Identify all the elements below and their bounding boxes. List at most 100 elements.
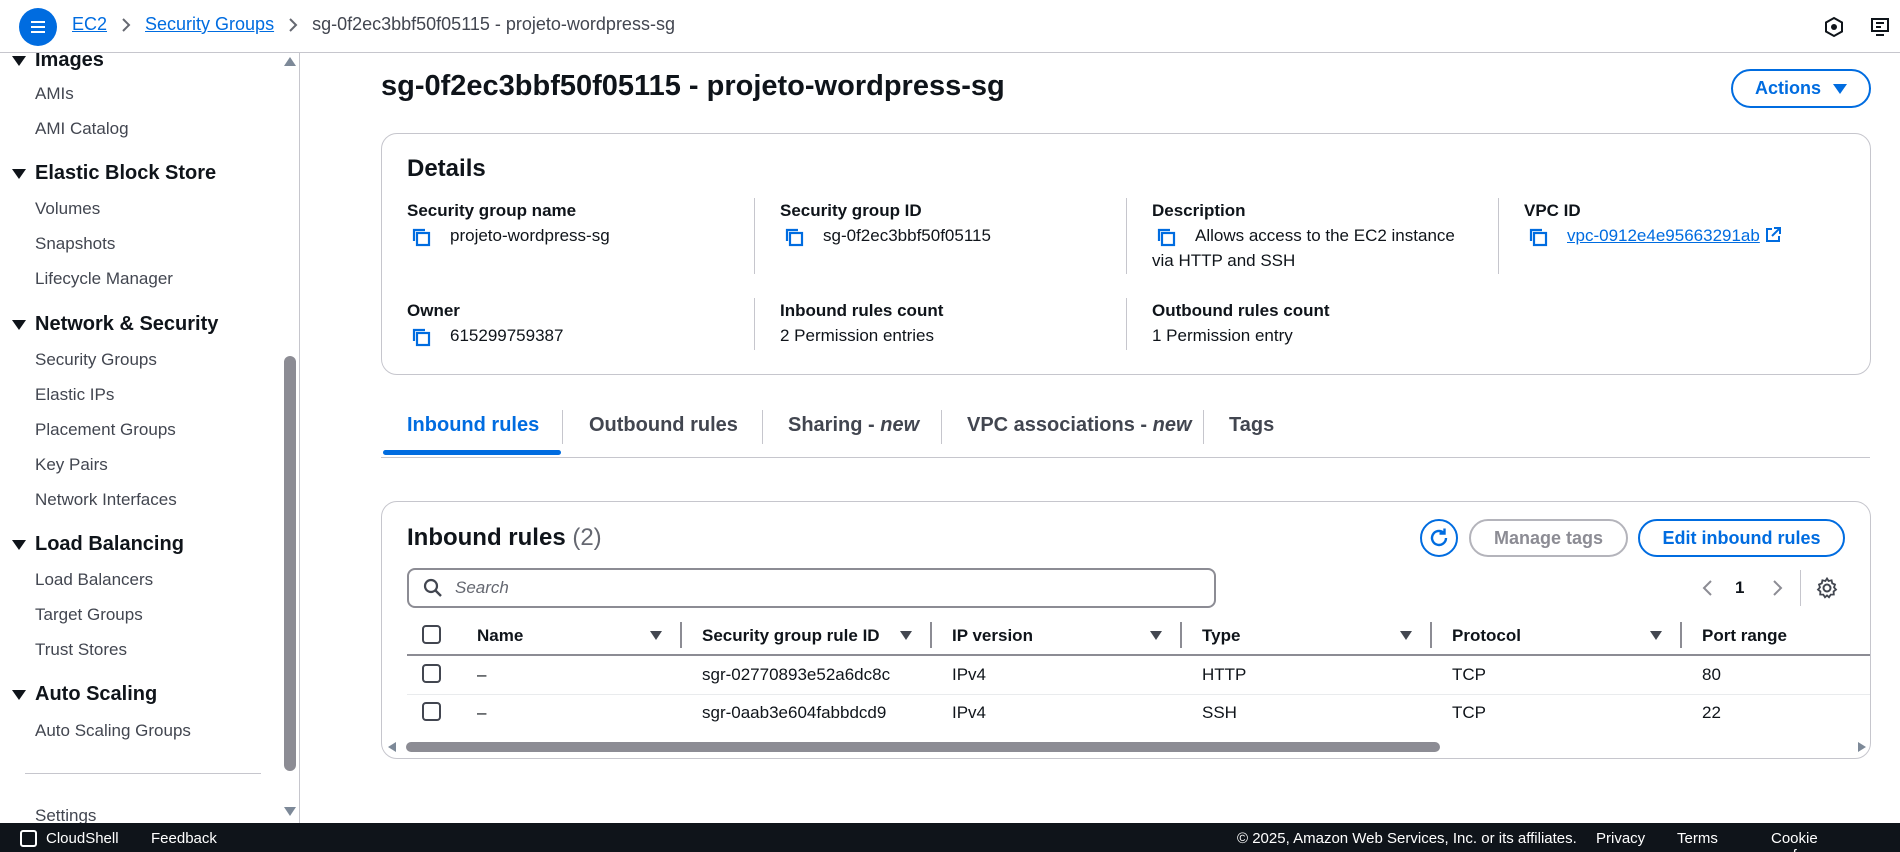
privacy-link[interactable]: Privacy — [1596, 830, 1645, 847]
actions-dropdown-button[interactable]: Actions — [1731, 69, 1871, 108]
nav-item-trust-stores[interactable]: Trust Stores — [35, 640, 127, 660]
nav-section-network-security[interactable]: Network & Security — [12, 313, 218, 336]
tab-vpc-associations[interactable]: VPC associations - new — [967, 414, 1192, 437]
nav-item-auto-scaling-groups[interactable]: Auto Scaling Groups — [35, 721, 191, 741]
sort-caret-icon[interactable] — [1150, 631, 1162, 640]
scroll-up-arrow[interactable] — [284, 57, 296, 66]
scroll-down-arrow[interactable] — [284, 807, 296, 816]
nav-item-placement-groups[interactable]: Placement Groups — [35, 420, 176, 440]
sort-caret-icon[interactable] — [900, 631, 912, 640]
gear-icon[interactable] — [1815, 576, 1839, 600]
nav-item-snapshots[interactable]: Snapshots — [35, 234, 115, 254]
nav-item-security-groups[interactable]: Security Groups — [35, 350, 157, 370]
sidebar-scrollbar-thumb[interactable] — [284, 356, 296, 771]
nav-item-ami-catalog[interactable]: AMI Catalog — [35, 119, 129, 139]
column-header-ip-version[interactable]: IP version — [952, 626, 1033, 646]
previous-page-icon[interactable] — [1697, 578, 1717, 598]
caret-down-icon — [12, 689, 26, 700]
copy-icon[interactable] — [410, 326, 432, 348]
tab-tags[interactable]: Tags — [1229, 414, 1274, 437]
nav-item-key-pairs[interactable]: Key Pairs — [35, 455, 108, 475]
column-header-name[interactable]: Name — [477, 626, 523, 646]
column-resizer[interactable] — [1180, 622, 1182, 648]
sort-caret-icon[interactable] — [1400, 631, 1412, 640]
table-cell-ip-version: IPv4 — [952, 665, 987, 684]
edit-inbound-rules-button[interactable]: Edit inbound rules — [1638, 519, 1845, 557]
top-navigation-bar: EC2 Security Groups sg-0f2ec3bbf50f05115… — [0, 0, 1900, 53]
copy-icon[interactable] — [1155, 226, 1177, 248]
nav-section-elastic-block-store[interactable]: Elastic Block Store — [12, 162, 216, 185]
nav-item-volumes[interactable]: Volumes — [35, 199, 100, 219]
cookie-preferences-link[interactable]: Cookie preferences — [1771, 830, 1900, 852]
scroll-left-arrow[interactable] — [388, 742, 396, 752]
copyright-text: © 2025, Amazon Web Services, Inc. or its… — [1237, 830, 1577, 847]
column-header-protocol[interactable]: Protocol — [1452, 626, 1521, 646]
search-input[interactable] — [455, 578, 1195, 598]
table-horizontal-scrollbar[interactable] — [386, 740, 1868, 754]
description-label: Description — [1152, 201, 1246, 220]
sg-name-value: projeto-wordpress-sg — [410, 226, 610, 248]
current-page-number[interactable]: 1 — [1735, 578, 1744, 598]
copy-icon[interactable] — [410, 226, 432, 248]
select-all-checkbox[interactable] — [422, 625, 441, 644]
caret-down-icon — [12, 55, 26, 66]
search-field[interactable] — [407, 568, 1216, 608]
column-resizer[interactable] — [680, 622, 682, 648]
tab-outbound-rules[interactable]: Outbound rules — [589, 414, 738, 437]
tab-sharing[interactable]: Sharing - new — [788, 414, 919, 437]
sort-caret-icon[interactable] — [650, 631, 662, 640]
column-header-port-range[interactable]: Port range — [1702, 626, 1787, 646]
nav-item-elastic-ips[interactable]: Elastic IPs — [35, 385, 114, 405]
nav-item-load-balancers[interactable]: Load Balancers — [35, 570, 153, 590]
row-checkbox[interactable] — [422, 664, 441, 683]
nav-item-settings[interactable]: Settings — [35, 806, 96, 823]
cloudshell-icon[interactable] — [20, 830, 37, 847]
nav-item-network-interfaces[interactable]: Network Interfaces — [35, 490, 177, 510]
table-cell-name: – — [477, 665, 487, 684]
terms-link[interactable]: Terms — [1677, 830, 1718, 847]
horizontal-scrollbar-thumb[interactable] — [406, 742, 1440, 752]
owner-label: Owner — [407, 301, 460, 320]
details-title: Details — [407, 155, 486, 182]
nav-section-label: Images — [35, 53, 104, 71]
nav-section-label: Network & Security — [35, 313, 219, 335]
menu-button[interactable] — [19, 8, 57, 46]
nav-item-amis[interactable]: AMIs — [35, 84, 74, 104]
tab-inbound-rules[interactable]: Inbound rules — [407, 414, 539, 437]
breadcrumb-security-groups-link[interactable]: Security Groups — [145, 14, 274, 35]
row-checkbox[interactable] — [422, 702, 441, 721]
column-resizer[interactable] — [1430, 622, 1432, 648]
owner-value: 615299759387 — [410, 326, 563, 348]
inbound-rules-title: Inbound rules (2) — [407, 524, 602, 552]
next-page-icon[interactable] — [1768, 578, 1788, 598]
tabs-baseline — [381, 457, 1870, 458]
table-cell-type: HTTP — [1202, 665, 1247, 684]
inbound-count-label: Inbound rules count — [780, 301, 944, 320]
nav-item-target-groups[interactable]: Target Groups — [35, 605, 143, 625]
copy-icon[interactable] — [1527, 226, 1549, 248]
nav-section-load-balancing[interactable]: Load Balancing — [12, 533, 184, 556]
refresh-icon — [1430, 528, 1448, 547]
sort-caret-icon[interactable] — [1650, 631, 1662, 640]
vpc-id-link[interactable]: vpc-0912e4e95663291ab — [1567, 226, 1760, 246]
table-cell-port: 22 — [1702, 703, 1721, 722]
column-header-rule-id[interactable]: Security group rule ID — [702, 626, 880, 646]
column-resizer[interactable] — [1680, 622, 1682, 648]
table-cell-type: SSH — [1202, 703, 1237, 722]
column-header-type[interactable]: Type — [1202, 626, 1240, 646]
scroll-right-arrow[interactable] — [1858, 742, 1866, 752]
nav-item-lifecycle-manager[interactable]: Lifecycle Manager — [35, 269, 173, 289]
sg-id-label: Security group ID — [780, 201, 922, 220]
refresh-button[interactable] — [1420, 519, 1458, 557]
feedback-screen-icon[interactable] — [1869, 15, 1893, 39]
hexagon-info-icon[interactable] — [1822, 15, 1846, 39]
feedback-link[interactable]: Feedback — [151, 830, 217, 847]
breadcrumb-ec2-link[interactable]: EC2 — [72, 14, 107, 35]
nav-section-images[interactable]: Images — [12, 53, 104, 72]
nav-section-auto-scaling[interactable]: Auto Scaling — [12, 683, 157, 706]
new-badge: new — [1152, 414, 1192, 436]
cloudshell-link[interactable]: CloudShell — [46, 830, 119, 847]
column-resizer[interactable] — [930, 622, 932, 648]
manage-tags-button[interactable]: Manage tags — [1469, 519, 1628, 557]
copy-icon[interactable] — [783, 226, 805, 248]
